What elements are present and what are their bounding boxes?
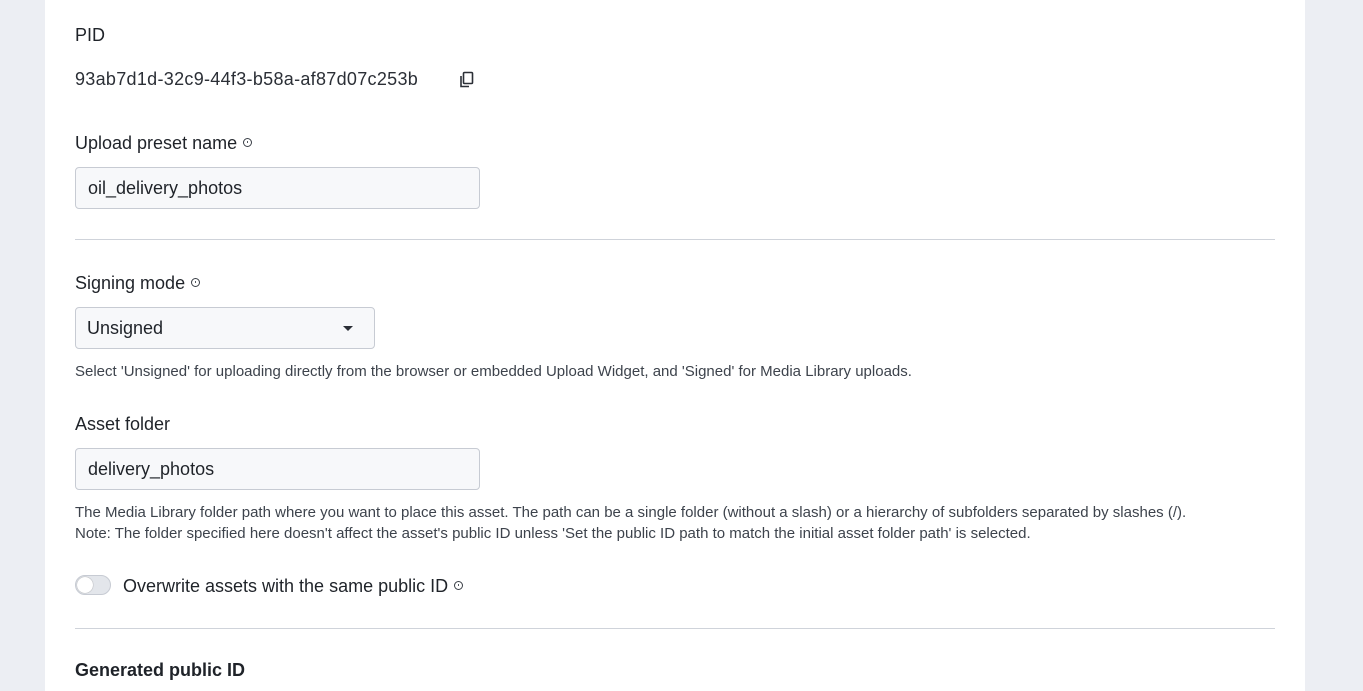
signing-mode-help: Select 'Unsigned' for uploading directly… xyxy=(75,363,912,380)
copy-icon[interactable] xyxy=(458,71,476,94)
copy-icon-graphic xyxy=(460,71,474,88)
asset-folder-input[interactable]: delivery_photos xyxy=(75,448,480,490)
overwrite-toggle[interactable] xyxy=(75,575,111,595)
upload-preset-label-text: Upload preset name xyxy=(75,133,238,153)
asset-folder-help: The Media Library folder path where you … xyxy=(75,502,1285,544)
divider xyxy=(75,628,1275,629)
overwrite-label: Overwrite assets with the same public ID xyxy=(123,575,464,597)
asset-folder-help-line2: Note: The folder specified here doesn't … xyxy=(75,525,1031,542)
chevron-down-icon xyxy=(343,325,353,331)
pid-value: 93ab7d1d-32c9-44f3-b58a-af87d07c253b xyxy=(75,69,419,89)
signing-mode-selected: Unsigned xyxy=(87,317,164,338)
info-icon[interactable] xyxy=(191,277,201,287)
divider xyxy=(75,239,1275,240)
upload-preset-input[interactable]: oil_delivery_photos xyxy=(75,167,480,209)
info-icon[interactable] xyxy=(243,137,253,147)
info-icon[interactable] xyxy=(454,580,464,590)
settings-panel: PID 93ab7d1d-32c9-44f3-b58a-af87d07c253b… xyxy=(45,0,1305,691)
asset-folder-label: Asset folder xyxy=(75,414,171,434)
generated-public-id-title: Generated public ID xyxy=(75,660,246,680)
signing-mode-select[interactable]: Unsigned xyxy=(75,307,375,349)
signing-mode-label-text: Signing mode xyxy=(75,273,186,293)
signing-mode-label: Signing mode xyxy=(75,272,201,294)
overwrite-label-text: Overwrite assets with the same public ID xyxy=(123,576,449,596)
asset-folder-help-line1: The Media Library folder path where you … xyxy=(75,504,1187,521)
pid-label: PID xyxy=(75,25,106,45)
toggle-knob xyxy=(77,577,93,593)
upload-preset-label: Upload preset name xyxy=(75,132,253,154)
